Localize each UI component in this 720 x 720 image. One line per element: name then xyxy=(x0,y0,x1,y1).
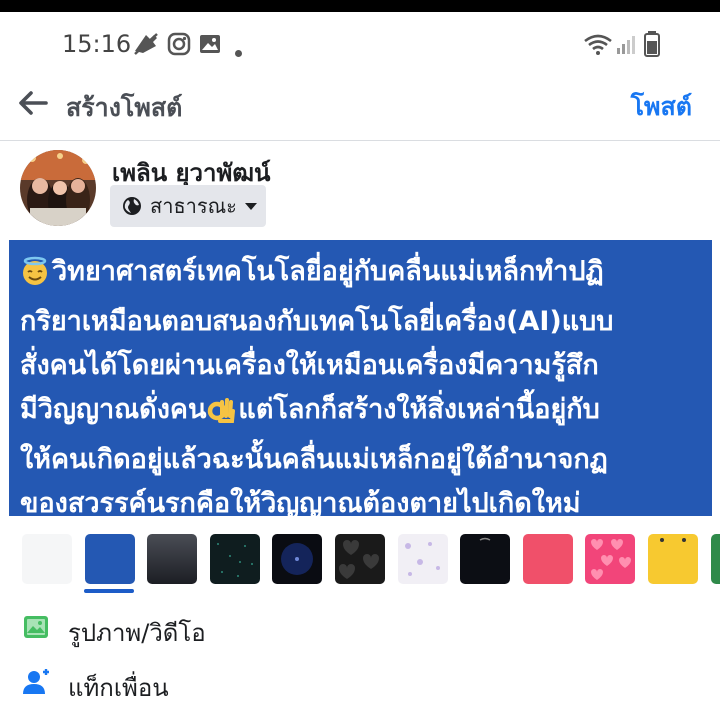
post-button[interactable]: โพสต์ xyxy=(631,87,692,127)
swatch-dark-sparkle[interactable] xyxy=(209,534,260,584)
post-line-text: มีวิญญาณดั่งคน xyxy=(20,394,207,425)
ok-hand-icon xyxy=(206,394,236,438)
avatar[interactable] xyxy=(20,150,96,226)
post-line: ของสวรรค์นรกคือให้วิญญาณต้องตายไปเกิดใหม… xyxy=(20,488,581,519)
chevron-down-icon xyxy=(244,202,257,210)
post-line: สั่งคนได้โดยผ่านเครื่องให้เหมือนเครื่องม… xyxy=(20,350,599,381)
selected-swatch-indicator xyxy=(84,589,134,593)
privacy-label: สาธารณะ xyxy=(150,194,237,218)
post-line: ให้คนเกิดอยู่แล้วฉะนั้นคลื่นแม่เหล็กอยู่… xyxy=(20,444,608,475)
privacy-selector[interactable]: สาธารณะ xyxy=(110,185,266,227)
swatch-green[interactable] xyxy=(710,534,720,584)
do-not-disturb-icon xyxy=(132,31,160,57)
app-header: สร้างโพสต์ โพสต์ xyxy=(0,72,720,141)
page-title: สร้างโพสต์ xyxy=(66,93,183,122)
back-arrow-icon xyxy=(19,91,48,115)
swatch-yellow[interactable] xyxy=(647,534,698,584)
post-line-text: แต่โลกก็สร้างให้สิ่งเหล่านี้อยู่กับ xyxy=(238,394,600,425)
option-photo-video[interactable]: รูปภาพ/วิดีโอ xyxy=(0,603,720,653)
background-palette xyxy=(22,534,720,594)
swatch-dark-hearts[interactable] xyxy=(334,534,385,584)
photo-video-icon xyxy=(22,613,50,641)
post-line-text: วิทยาศาสตร์เทคโนโลยี่อยู่กับคลื่นแม่เหล็… xyxy=(52,256,604,287)
swatch-coral[interactable] xyxy=(522,534,573,584)
option-label: รูปภาพ/วิดีโอ xyxy=(68,619,206,647)
tag-friend-icon xyxy=(22,668,50,696)
globe-icon xyxy=(123,197,141,215)
wifi-icon xyxy=(583,31,613,57)
back-button[interactable] xyxy=(16,86,50,120)
instagram-icon xyxy=(167,31,191,57)
swatch-dark-circle[interactable] xyxy=(272,534,323,584)
post-line: กริยาเหมือนตอบสนองกับเทคโนโลยี่เครื่อง(A… xyxy=(20,306,614,337)
status-time: 15:16 xyxy=(62,30,132,58)
signal-icon xyxy=(616,31,636,57)
status-bar: 15:16 xyxy=(0,12,720,72)
top-edge xyxy=(0,0,720,12)
notification-dot xyxy=(235,50,242,57)
swatch-blue[interactable] xyxy=(84,534,135,584)
post-line: มีวิญญาณดั่งคน แต่โลกก็สร้างให้สิ่งเหล่า… xyxy=(20,388,702,438)
swatch-light-pattern[interactable] xyxy=(397,534,448,584)
swatch-white[interactable] xyxy=(22,534,72,584)
swatch-dark-gradient[interactable] xyxy=(147,534,198,584)
smiling-face-with-halo-icon xyxy=(20,256,50,300)
option-tag-friends[interactable]: แท็กเพื่อน xyxy=(0,658,720,708)
option-label: แท็กเพื่อน xyxy=(68,674,169,702)
swatch-pink-hearts[interactable] xyxy=(585,534,636,584)
swatch-black[interactable] xyxy=(460,534,511,584)
post-text-area[interactable]: วิทยาศาสตร์เทคโนโลยี่อยู่กับคลื่นแม่เหล็… xyxy=(9,240,712,519)
battery-icon xyxy=(643,31,661,57)
gallery-icon xyxy=(198,31,222,57)
post-line: วิทยาศาสตร์เทคโนโลยี่อยู่กับคลื่นแม่เหล็… xyxy=(20,250,702,300)
